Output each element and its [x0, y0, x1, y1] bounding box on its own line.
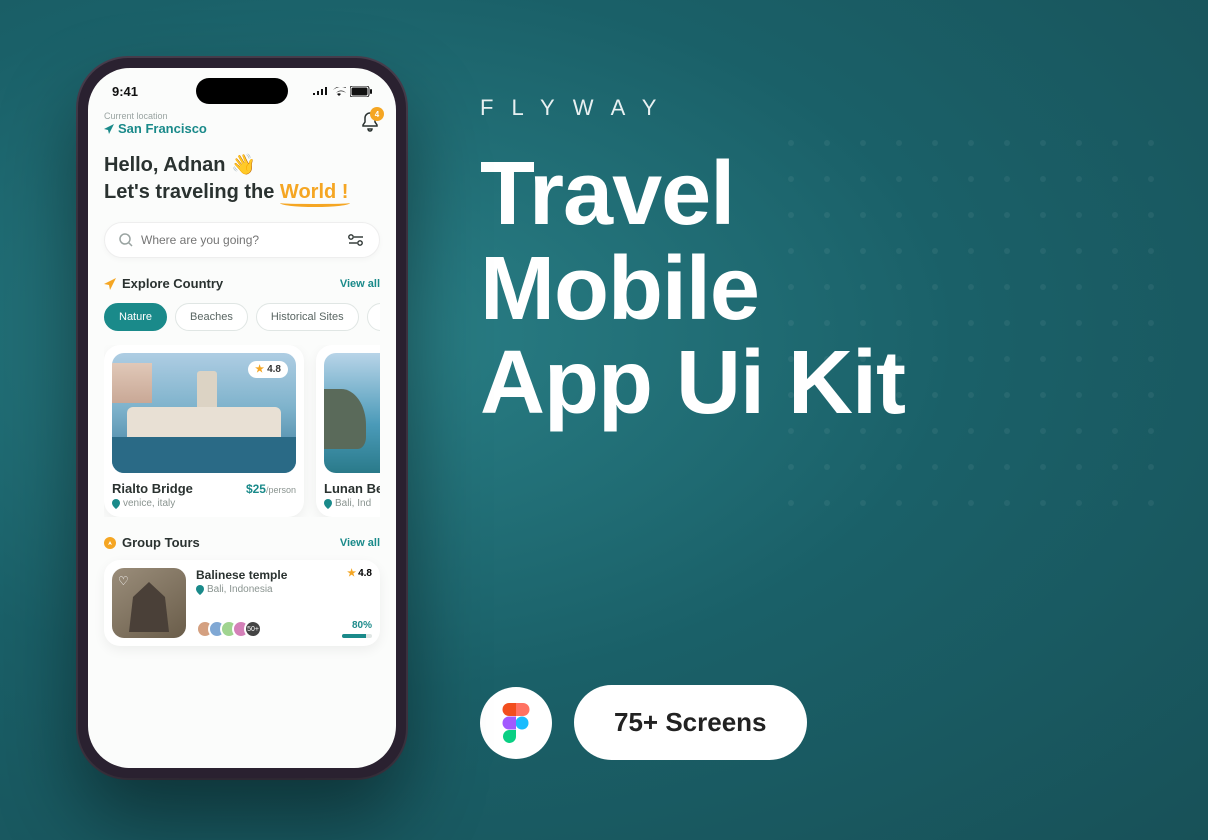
location-name: San Francisco [104, 121, 207, 136]
promo-pills: 75+ Screens [480, 685, 807, 760]
tour-info: Balinese temple Bali, Indonesia ★ 4.8 [196, 568, 372, 638]
promo-block: FLYWAY Travel Mobile App Ui Kit [480, 95, 905, 431]
chip-beaches[interactable]: Beaches [175, 303, 248, 331]
screens-count-pill: 75+ Screens [574, 685, 807, 760]
dynamic-island [196, 78, 288, 104]
promo-eyebrow: FLYWAY [480, 95, 905, 121]
tour-rating: ★ 4.8 [347, 568, 372, 579]
greeting: Hello, Adnan 👋 Let's traveling the World… [104, 152, 380, 206]
pin-icon [196, 585, 204, 595]
location-block[interactable]: Current location San Francisco [104, 111, 207, 136]
destination-cards: ★ 4.8 Rialto Bridge $25/person venice, i… [104, 345, 380, 517]
explore-view-all-link[interactable]: View all [340, 278, 380, 290]
headline-line-1: Travel [480, 147, 905, 242]
tours-section-header: Group Tours View all [104, 535, 380, 550]
greeting-line-1: Hello, Adnan 👋 [104, 152, 380, 179]
status-time: 9:41 [112, 84, 138, 99]
compass-circle-icon [104, 537, 116, 549]
notifications-button[interactable]: 4 [360, 111, 380, 138]
search-bar[interactable] [104, 222, 380, 258]
phone-mockup: 9:41 Current location San Francisco 4 [78, 58, 406, 778]
card-title-row: Rialto Bridge $25/person [112, 481, 296, 496]
promo-headline: Travel Mobile App Ui Kit [480, 147, 905, 431]
tour-title: Balinese temple [196, 568, 287, 582]
location-arrow-icon [104, 124, 114, 134]
wave-emoji: 👋 [231, 154, 256, 176]
tour-progress-label: 80% [352, 620, 372, 631]
app-screen: 9:41 Current location San Francisco 4 [88, 68, 396, 768]
tour-progress-bar [342, 634, 372, 638]
chip-more[interactable]: Th [367, 303, 380, 331]
explore-title: Explore Country [104, 276, 223, 291]
pin-icon [324, 499, 332, 509]
tour-image: ♡ [112, 568, 186, 638]
search-icon [119, 233, 133, 247]
greeting-line-2: Let's traveling the World ! [104, 179, 380, 206]
avatar-overflow: 50+ [244, 620, 262, 638]
destination-name: Lunan Be [324, 481, 380, 496]
pin-icon [112, 499, 120, 509]
destination-card[interactable]: ★ 4.8 Rialto Bridge $25/person venice, i… [104, 345, 304, 517]
destination-price: $25/person [246, 482, 296, 496]
chip-nature[interactable]: Nature [104, 303, 167, 331]
star-icon: ★ [347, 568, 356, 579]
wifi-icon [332, 87, 346, 97]
destination-card[interactable]: Lunan Be Bali, Ind [316, 345, 380, 517]
star-icon: ★ [255, 364, 264, 375]
heart-icon[interactable]: ♡ [118, 574, 129, 588]
destination-name: Rialto Bridge [112, 481, 193, 496]
status-indicators [312, 86, 372, 97]
destination-image [324, 353, 380, 473]
explore-section-header: Explore Country View all [104, 276, 380, 291]
destination-location: venice, italy [112, 498, 296, 509]
headline-line-3: App Ui Kit [480, 336, 905, 431]
figma-icon [480, 687, 552, 759]
compass-icon [104, 278, 116, 290]
tour-card[interactable]: ♡ Balinese temple Bali, Indonesia ★ 4.8 [104, 560, 380, 646]
chip-historical[interactable]: Historical Sites [256, 303, 359, 331]
card-title-row: Lunan Be [324, 481, 380, 496]
tour-avatars: 50+ [196, 620, 262, 638]
battery-icon [350, 86, 372, 97]
destination-location: Bali, Ind [324, 498, 380, 509]
destination-image: ★ 4.8 [112, 353, 296, 473]
greeting-highlight: World ! [280, 181, 349, 203]
tours-view-all-link[interactable]: View all [340, 537, 380, 549]
signal-icon [312, 87, 328, 97]
tours-title: Group Tours [104, 535, 200, 550]
rating-badge: ★ 4.8 [248, 361, 288, 378]
headline-line-2: Mobile [480, 242, 905, 337]
tour-location: Bali, Indonesia [196, 584, 287, 595]
filter-icon[interactable] [347, 233, 365, 247]
search-input[interactable] [141, 233, 339, 247]
location-header: Current location San Francisco 4 [104, 111, 380, 138]
category-chips: Nature Beaches Historical Sites Th [104, 303, 380, 331]
notification-badge: 4 [370, 107, 384, 121]
location-label: Current location [104, 111, 207, 121]
